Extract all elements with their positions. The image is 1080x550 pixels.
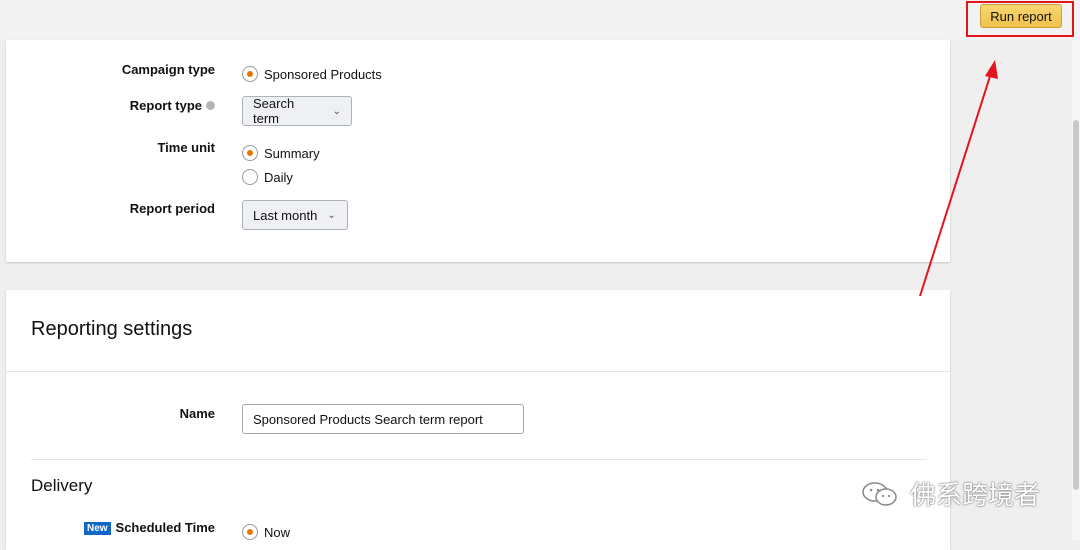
annotation-arrow <box>919 60 998 297</box>
wechat-icon <box>862 481 897 506</box>
watermark: 佛系跨境者 <box>860 475 1040 512</box>
arrow-line <box>919 69 993 297</box>
arrow-head <box>985 60 998 79</box>
watermark-text: 佛系跨境者 <box>910 480 1041 510</box>
